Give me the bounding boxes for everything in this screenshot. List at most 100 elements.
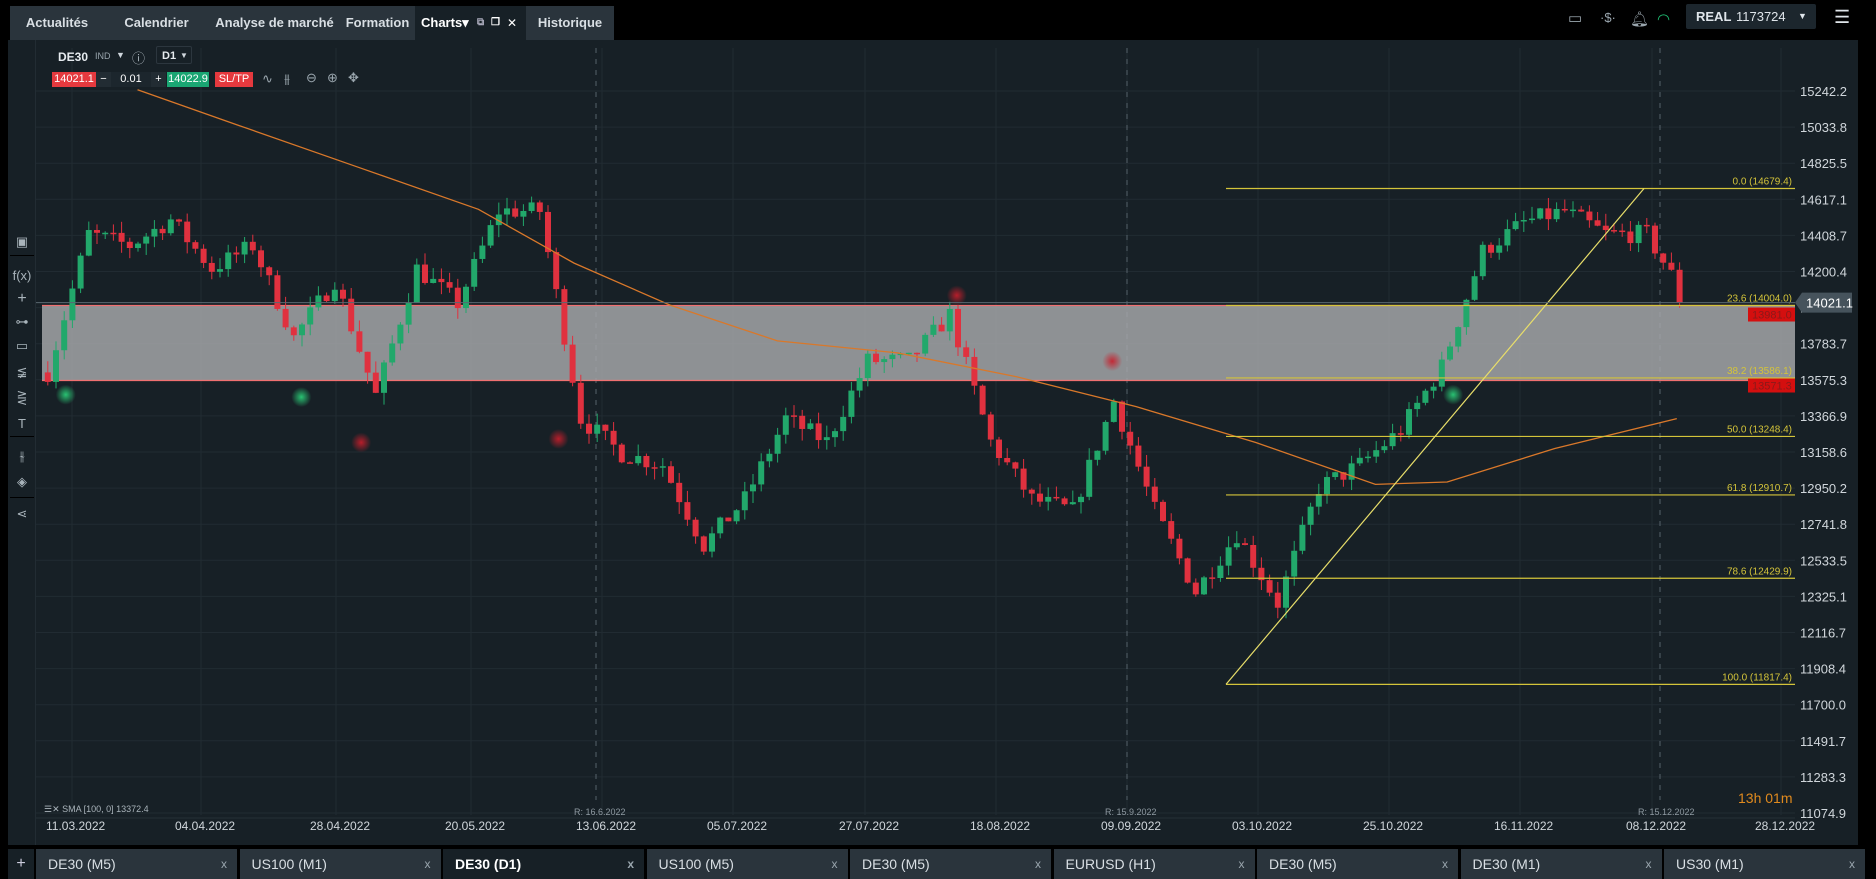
chart-tab[interactable]: DE30 (M5) x <box>36 849 237 879</box>
candle-body <box>996 439 1002 458</box>
chart-tab[interactable]: US100 (M1) x <box>239 849 441 879</box>
volume-increase-button[interactable]: + <box>151 72 166 87</box>
tab-calendrier[interactable]: Calendrier <box>104 6 209 40</box>
candle-body <box>955 308 961 348</box>
candle-body <box>1045 496 1052 502</box>
line-tool-icon[interactable]: ⊶ <box>12 314 32 330</box>
volume-input[interactable]: 0.01 <box>111 72 151 87</box>
candles-icon[interactable]: ⫵ <box>284 71 290 87</box>
chart-tab[interactable]: US30 (M1) x <box>1664 849 1865 879</box>
move-icon[interactable]: ✥ <box>348 70 359 86</box>
candle-body <box>1463 299 1470 328</box>
bell-icon[interactable]: 🔔︎ <box>1630 10 1649 28</box>
candle-body <box>225 252 232 270</box>
restore-icon[interactable]: ❐ <box>491 6 500 40</box>
candle-body <box>381 362 387 393</box>
tab-actualites[interactable]: Actualités <box>10 6 104 40</box>
chart-tab[interactable]: DE30 (M5) x <box>1257 849 1458 879</box>
close-icon[interactable]: ✕ <box>507 6 517 40</box>
candlestick-chart[interactable]: 15242.2 15033.8 14825.5 14617.1 14408.7 14200… <box>0 0 1876 879</box>
rollover-label: R: 16.6.2022 <box>574 807 626 817</box>
timeframe-select[interactable]: D1 ▼ <box>156 46 192 64</box>
date-axis-label: 13.06.2022 <box>576 819 636 833</box>
indicators-icon[interactable]: ⫳ <box>12 448 32 464</box>
candle-body <box>692 519 699 537</box>
candle-body <box>454 287 461 309</box>
candle-body <box>922 334 929 354</box>
volume-decrease-button[interactable]: − <box>96 72 111 87</box>
popout-icon[interactable]: ⧉ <box>477 6 484 40</box>
chart-tab[interactable]: DE30 (M5) x <box>850 849 1051 879</box>
candle-body <box>504 208 510 215</box>
symbol-name[interactable]: DE30 <box>58 50 88 64</box>
candle-body <box>1438 359 1445 387</box>
candle-body <box>200 248 207 263</box>
indicator-legend[interactable]: ☰✕ SMA [100, 0] 13372.4 <box>44 804 149 815</box>
rectangle-tool-icon[interactable]: ▭ <box>12 338 32 354</box>
candle-body <box>1406 409 1412 435</box>
candle-body <box>340 289 346 299</box>
close-tab-icon[interactable]: x <box>832 849 838 879</box>
layout-icon[interactable]: ▭ <box>1568 9 1582 27</box>
candle-body <box>832 431 838 438</box>
crosshair-icon[interactable]: + <box>12 290 32 308</box>
candle-body <box>1397 433 1404 435</box>
wifi-icon: ◠ <box>1657 11 1671 28</box>
sell-signal-marker <box>548 428 569 449</box>
price-axis-label: 14617.1 <box>1800 192 1847 207</box>
close-tab-icon[interactable]: x <box>1442 849 1448 879</box>
close-tab-icon[interactable]: x <box>627 849 634 879</box>
candle-body <box>69 288 76 321</box>
layers-icon[interactable]: ◈ <box>12 474 32 490</box>
tab-charts[interactable]: Charts▾ ⧉ ❐ ✕ <box>415 6 526 40</box>
close-tab-icon[interactable]: x <box>221 849 227 879</box>
candle-body <box>413 264 420 303</box>
function-icon[interactable]: f(x) <box>12 268 32 283</box>
price-axis-label: 12533.5 <box>1800 553 1847 568</box>
tab-historique[interactable]: Historique <box>526 6 614 40</box>
text-tool-icon[interactable]: T <box>12 416 32 431</box>
tab-analyse-de-marche[interactable]: Analyse de marché <box>209 6 340 40</box>
date-axis-label: 11.03.2022 <box>46 819 105 833</box>
close-tab-icon[interactable]: x <box>425 849 431 879</box>
dollar-signal-icon[interactable]: ·$· <box>1600 10 1616 25</box>
drawing-toolbar: ▣ f(x) + ⊶ ▭ ≨ ⋛ T ⫳ ◈ ⋖ <box>8 40 36 845</box>
fibonacci-tool-icon[interactable]: ≨ <box>12 364 32 380</box>
hamburger-menu-icon[interactable]: ☰ <box>1834 7 1850 28</box>
candle-body <box>430 278 437 283</box>
account-selector[interactable]: REAL 1173724 ▼ <box>1686 4 1816 29</box>
zoom-out-icon[interactable]: ⊖ <box>306 70 317 86</box>
add-chart-tab-button[interactable]: + <box>8 849 34 879</box>
chart-tab[interactable]: EURUSD (H1) x <box>1053 849 1255 879</box>
sltp-button[interactable]: SL/TP <box>215 72 253 87</box>
buy-button[interactable]: 14022.9 <box>167 72 209 87</box>
candle-body <box>1274 592 1281 608</box>
chart-tab-label: DE30 (M5) <box>48 856 116 872</box>
close-tab-icon[interactable]: x <box>1646 849 1652 879</box>
zoom-in-icon[interactable]: ⊕ <box>327 70 338 86</box>
price-axis-label: 15242.2 <box>1800 84 1847 99</box>
fibonacci-level-label: 61.8 (12910.7) <box>1727 483 1792 494</box>
share-icon[interactable]: ⋖ <box>12 506 32 522</box>
chart-tab[interactable]: DE30 (D1) x <box>443 849 644 879</box>
indicator-settings-icon[interactable]: ☰✕ <box>44 804 60 814</box>
close-tab-icon[interactable]: x <box>1035 849 1041 879</box>
candle-body <box>1151 486 1158 502</box>
chart-tab[interactable]: DE30 (M1) x <box>1460 849 1662 879</box>
candle-body <box>463 286 469 309</box>
sell-button[interactable]: 14021.1 <box>52 72 96 87</box>
date-axis-label: 04.04.2022 <box>175 819 235 833</box>
line-chart-icon[interactable]: ∿ <box>262 71 273 87</box>
fan-tool-icon[interactable]: ⋛ <box>12 390 32 406</box>
info-icon[interactable]: ⓘ <box>132 48 145 67</box>
close-tab-icon[interactable]: x <box>1239 849 1245 879</box>
symbol-dropdown-icon[interactable]: ▼ <box>116 50 125 60</box>
chart-type-icon[interactable]: ▣ <box>12 234 32 250</box>
candle-body <box>1020 468 1027 490</box>
fibonacci-level-label: 50.0 (13248.4) <box>1727 424 1792 435</box>
chart-tab[interactable]: US100 (M5) x <box>646 849 848 879</box>
candle-body <box>1242 543 1248 545</box>
candle-body <box>1069 502 1076 505</box>
tab-formation[interactable]: Formation <box>340 6 415 40</box>
close-tab-icon[interactable]: x <box>1849 849 1855 879</box>
